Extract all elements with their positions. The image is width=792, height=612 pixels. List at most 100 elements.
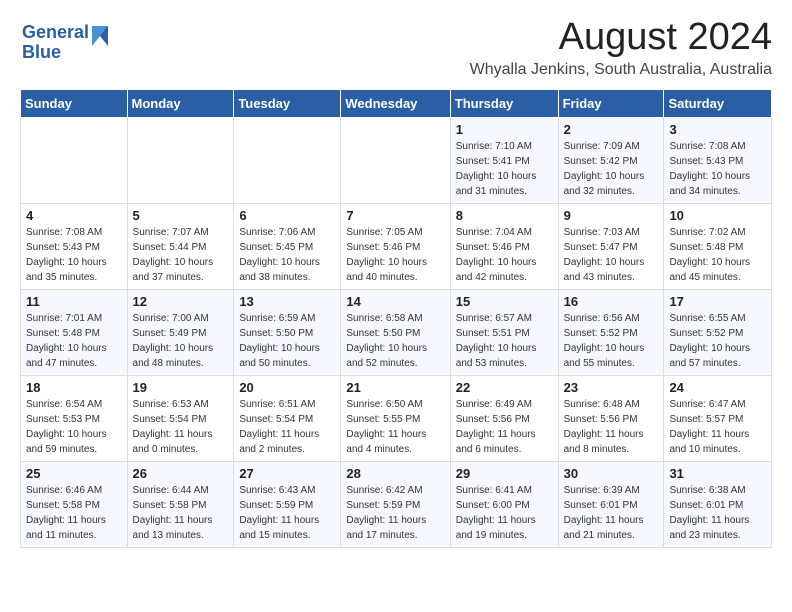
calendar-cell: 31 Sunrise: 6:38 AM Sunset: 6:01 PM Dayli… [664,462,772,548]
calendar-cell: 11 Sunrise: 7:01 AM Sunset: 5:48 PM Dayli… [21,290,128,376]
day-number: 5 [133,208,229,223]
day-number: 31 [669,466,766,481]
day-info: Sunrise: 7:09 AM Sunset: 5:42 PM Dayligh… [564,139,659,199]
day-number: 27 [239,466,335,481]
day-number: 12 [133,294,229,309]
calendar-cell: 28Sunrise: 6:42 AM Sunset: 5:59 PM Dayli… [341,462,450,548]
header: General Blue August 2024 Whyalla Jenkins… [20,16,772,79]
calendar-cell: 3 Sunrise: 7:08 AM Sunset: 5:43 PM Daylig… [664,118,772,204]
day-number: 20 [239,380,335,395]
day-info: Sunrise: 6:59 AM Sunset: 5:50 PM Dayligh… [239,311,335,371]
calendar-week-2: 11 Sunrise: 7:01 AM Sunset: 5:48 PM Dayli… [21,290,772,376]
day-info: Sunrise: 7:01 AM Sunset: 5:48 PM Dayligh… [26,311,122,371]
day-info: Sunrise: 7:10 AM Sunset: 5:41 PM Dayligh… [456,139,553,199]
logo: General Blue [20,16,110,71]
title-block: August 2024 Whyalla Jenkins, South Austr… [470,16,772,79]
calendar-header-saturday: Saturday [664,90,772,118]
calendar-week-0: 1 Sunrise: 7:10 AM Sunset: 5:41 PM Daylig… [21,118,772,204]
day-info: Sunrise: 6:57 AM Sunset: 5:51 PM Dayligh… [456,311,553,371]
day-number: 30 [564,466,659,481]
day-info: Sunrise: 6:51 AM Sunset: 5:54 PM Dayligh… [239,397,335,457]
day-info: Sunrise: 7:08 AM Sunset: 5:43 PM Dayligh… [669,139,766,199]
svg-text:General: General [22,22,89,42]
day-number: 15 [456,294,553,309]
calendar-cell: 16 Sunrise: 6:56 AM Sunset: 5:52 PM Dayli… [558,290,664,376]
day-number: 14 [346,294,444,309]
calendar-cell [341,118,450,204]
day-number: 25 [26,466,122,481]
calendar-week-1: 4 Sunrise: 7:08 AM Sunset: 5:43 PM Daylig… [21,204,772,290]
calendar-cell: 10Sunrise: 7:02 AM Sunset: 5:48 PM Dayli… [664,204,772,290]
day-number: 11 [26,294,122,309]
day-number: 7 [346,208,444,223]
calendar-week-4: 25 Sunrise: 6:46 AM Sunset: 5:58 PM Dayli… [21,462,772,548]
calendar-cell: 23 Sunrise: 6:48 AM Sunset: 5:56 PM Dayli… [558,376,664,462]
day-number: 10 [669,208,766,223]
day-info: Sunrise: 6:48 AM Sunset: 5:56 PM Dayligh… [564,397,659,457]
day-number: 28 [346,466,444,481]
calendar-cell: 18 Sunrise: 6:54 AM Sunset: 5:53 PM Dayli… [21,376,128,462]
day-number: 6 [239,208,335,223]
calendar-cell: 9 Sunrise: 7:03 AM Sunset: 5:47 PM Daylig… [558,204,664,290]
calendar-header-tuesday: Tuesday [234,90,341,118]
day-number: 29 [456,466,553,481]
calendar-header-friday: Friday [558,90,664,118]
calendar-header-wednesday: Wednesday [341,90,450,118]
calendar-cell: 5Sunrise: 7:07 AM Sunset: 5:44 PM Daylig… [127,204,234,290]
calendar-header-thursday: Thursday [450,90,558,118]
calendar-cell: 1 Sunrise: 7:10 AM Sunset: 5:41 PM Daylig… [450,118,558,204]
calendar-cell: 2 Sunrise: 7:09 AM Sunset: 5:42 PM Daylig… [558,118,664,204]
day-number: 13 [239,294,335,309]
day-number: 2 [564,122,659,137]
day-info: Sunrise: 6:56 AM Sunset: 5:52 PM Dayligh… [564,311,659,371]
day-number: 1 [456,122,553,137]
calendar-cell [21,118,128,204]
day-info: Sunrise: 6:49 AM Sunset: 5:56 PM Dayligh… [456,397,553,457]
day-number: 18 [26,380,122,395]
calendar-cell: 6 Sunrise: 7:06 AM Sunset: 5:45 PM Daylig… [234,204,341,290]
calendar-cell: 14Sunrise: 6:58 AM Sunset: 5:50 PM Dayli… [341,290,450,376]
day-info: Sunrise: 6:44 AM Sunset: 5:58 PM Dayligh… [133,483,229,543]
day-info: Sunrise: 7:06 AM Sunset: 5:45 PM Dayligh… [239,225,335,285]
day-info: Sunrise: 7:05 AM Sunset: 5:46 PM Dayligh… [346,225,444,285]
calendar-cell: 20 Sunrise: 6:51 AM Sunset: 5:54 PM Dayli… [234,376,341,462]
day-info: Sunrise: 6:46 AM Sunset: 5:58 PM Dayligh… [26,483,122,543]
calendar-cell: 24Sunrise: 6:47 AM Sunset: 5:57 PM Dayli… [664,376,772,462]
page: General Blue August 2024 Whyalla Jenkins… [0,0,792,564]
calendar-table: SundayMondayTuesdayWednesdayThursdayFrid… [20,89,772,548]
day-number: 4 [26,208,122,223]
svg-text:Blue: Blue [22,42,61,62]
calendar-cell: 15 Sunrise: 6:57 AM Sunset: 5:51 PM Dayli… [450,290,558,376]
logo-icon: General Blue [20,16,110,66]
calendar-cell: 21Sunrise: 6:50 AM Sunset: 5:55 PM Dayli… [341,376,450,462]
day-info: Sunrise: 7:08 AM Sunset: 5:43 PM Dayligh… [26,225,122,285]
calendar-cell: 30 Sunrise: 6:39 AM Sunset: 6:01 PM Dayli… [558,462,664,548]
calendar-cell [127,118,234,204]
subtitle: Whyalla Jenkins, South Australia, Austra… [470,61,772,79]
calendar-cell [234,118,341,204]
day-info: Sunrise: 6:54 AM Sunset: 5:53 PM Dayligh… [26,397,122,457]
calendar-cell: 12 Sunrise: 7:00 AM Sunset: 5:49 PM Dayli… [127,290,234,376]
calendar-cell: 22Sunrise: 6:49 AM Sunset: 5:56 PM Dayli… [450,376,558,462]
day-info: Sunrise: 6:38 AM Sunset: 6:01 PM Dayligh… [669,483,766,543]
calendar-cell: 4 Sunrise: 7:08 AM Sunset: 5:43 PM Daylig… [21,204,128,290]
calendar-header-row: SundayMondayTuesdayWednesdayThursdayFrid… [21,90,772,118]
day-number: 23 [564,380,659,395]
day-info: Sunrise: 6:41 AM Sunset: 6:00 PM Dayligh… [456,483,553,543]
day-number: 16 [564,294,659,309]
main-title: August 2024 [470,16,772,59]
day-number: 8 [456,208,553,223]
day-info: Sunrise: 7:00 AM Sunset: 5:49 PM Dayligh… [133,311,229,371]
day-number: 9 [564,208,659,223]
calendar-cell: 25 Sunrise: 6:46 AM Sunset: 5:58 PM Dayli… [21,462,128,548]
day-info: Sunrise: 6:39 AM Sunset: 6:01 PM Dayligh… [564,483,659,543]
calendar-cell: 27Sunrise: 6:43 AM Sunset: 5:59 PM Dayli… [234,462,341,548]
day-number: 19 [133,380,229,395]
day-number: 3 [669,122,766,137]
day-info: Sunrise: 6:53 AM Sunset: 5:54 PM Dayligh… [133,397,229,457]
day-info: Sunrise: 7:03 AM Sunset: 5:47 PM Dayligh… [564,225,659,285]
day-number: 17 [669,294,766,309]
calendar-cell: 26 Sunrise: 6:44 AM Sunset: 5:58 PM Dayli… [127,462,234,548]
day-info: Sunrise: 6:47 AM Sunset: 5:57 PM Dayligh… [669,397,766,457]
day-number: 26 [133,466,229,481]
